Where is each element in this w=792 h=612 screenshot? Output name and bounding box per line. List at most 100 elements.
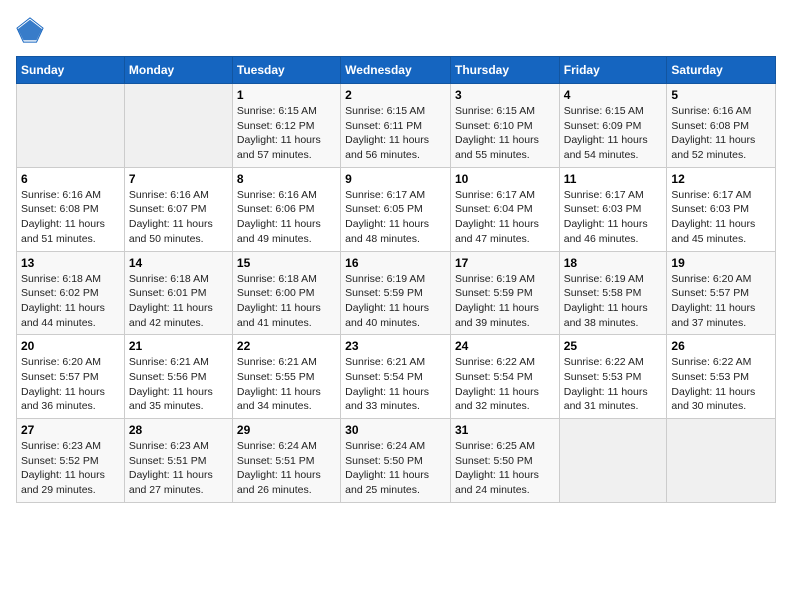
day-number: 2 [345,88,446,102]
day-number: 25 [564,339,663,353]
day-info: Sunrise: 6:21 AMSunset: 5:54 PMDaylight:… [345,355,446,414]
weekday-header: Wednesday [341,57,451,84]
day-info: Sunrise: 6:22 AMSunset: 5:54 PMDaylight:… [455,355,555,414]
calendar-cell: 15 Sunrise: 6:18 AMSunset: 6:00 PMDayligh… [232,251,340,335]
weekday-header: Sunday [17,57,125,84]
day-number: 7 [129,172,228,186]
day-number: 8 [237,172,336,186]
day-info: Sunrise: 6:23 AMSunset: 5:51 PMDaylight:… [129,439,228,498]
calendar-cell: 17 Sunrise: 6:19 AMSunset: 5:59 PMDayligh… [450,251,559,335]
calendar-cell: 28 Sunrise: 6:23 AMSunset: 5:51 PMDayligh… [124,419,232,503]
day-info: Sunrise: 6:20 AMSunset: 5:57 PMDaylight:… [21,355,120,414]
day-info: Sunrise: 6:17 AMSunset: 6:04 PMDaylight:… [455,188,555,247]
day-number: 16 [345,256,446,270]
calendar-cell: 4 Sunrise: 6:15 AMSunset: 6:09 PMDaylight… [559,84,667,168]
day-info: Sunrise: 6:22 AMSunset: 5:53 PMDaylight:… [564,355,663,414]
calendar-cell: 19Sunrise: 6:20 AMSunset: 5:57 PMDayligh… [667,251,776,335]
day-info: Sunrise: 6:21 AMSunset: 5:55 PMDaylight:… [237,355,336,414]
calendar-cell: 7 Sunrise: 6:16 AMSunset: 6:07 PMDaylight… [124,167,232,251]
day-number: 28 [129,423,228,437]
day-info: Sunrise: 6:17 AMSunset: 6:03 PMDaylight:… [564,188,663,247]
day-info: Sunrise: 6:16 AMSunset: 6:07 PMDaylight:… [129,188,228,247]
calendar-cell: 14 Sunrise: 6:18 AMSunset: 6:01 PMDayligh… [124,251,232,335]
day-info: Sunrise: 6:15 AMSunset: 6:10 PMDaylight:… [455,104,555,163]
day-info: Sunrise: 6:24 AMSunset: 5:51 PMDaylight:… [237,439,336,498]
calendar-cell: 18Sunrise: 6:19 AMSunset: 5:58 PMDayligh… [559,251,667,335]
day-info: Sunrise: 6:19 AMSunset: 5:59 PMDaylight:… [345,272,446,331]
calendar-week-row: 20 Sunrise: 6:20 AMSunset: 5:57 PMDayligh… [17,335,776,419]
calendar-cell: 31Sunrise: 6:25 AMSunset: 5:50 PMDayligh… [450,419,559,503]
weekday-header: Thursday [450,57,559,84]
calendar-cell [559,419,667,503]
calendar-table: SundayMondayTuesdayWednesdayThursdayFrid… [16,56,776,503]
day-number: 9 [345,172,446,186]
weekday-header: Tuesday [232,57,340,84]
calendar-cell: 9 Sunrise: 6:17 AMSunset: 6:05 PMDaylight… [341,167,451,251]
day-number: 12 [671,172,771,186]
day-number: 18 [564,256,663,270]
day-number: 17 [455,256,555,270]
day-info: Sunrise: 6:21 AMSunset: 5:56 PMDaylight:… [129,355,228,414]
calendar-week-row: 1Sunrise: 6:15 AMSunset: 6:12 PMDaylight… [17,84,776,168]
calendar-week-row: 27 Sunrise: 6:23 AMSunset: 5:52 PMDayligh… [17,419,776,503]
calendar-cell: 3 Sunrise: 6:15 AMSunset: 6:10 PMDaylight… [450,84,559,168]
day-number: 5 [671,88,771,102]
day-number: 14 [129,256,228,270]
day-info: Sunrise: 6:16 AMSunset: 6:08 PMDaylight:… [21,188,120,247]
calendar-cell: 10Sunrise: 6:17 AMSunset: 6:04 PMDayligh… [450,167,559,251]
calendar-cell: 1Sunrise: 6:15 AMSunset: 6:12 PMDaylight… [232,84,340,168]
day-info: Sunrise: 6:23 AMSunset: 5:52 PMDaylight:… [21,439,120,498]
day-info: Sunrise: 6:22 AMSunset: 5:53 PMDaylight:… [671,355,771,414]
day-number: 15 [237,256,336,270]
calendar-cell: 5 Sunrise: 6:16 AMSunset: 6:08 PMDaylight… [667,84,776,168]
day-number: 29 [237,423,336,437]
day-info: Sunrise: 6:18 AMSunset: 6:01 PMDaylight:… [129,272,228,331]
day-number: 21 [129,339,228,353]
day-number: 30 [345,423,446,437]
day-info: Sunrise: 6:24 AMSunset: 5:50 PMDaylight:… [345,439,446,498]
calendar-cell: 21 Sunrise: 6:21 AMSunset: 5:56 PMDayligh… [124,335,232,419]
day-info: Sunrise: 6:15 AMSunset: 6:11 PMDaylight:… [345,104,446,163]
calendar-cell: 2 Sunrise: 6:15 AMSunset: 6:11 PMDaylight… [341,84,451,168]
calendar-cell: 13 Sunrise: 6:18 AMSunset: 6:02 PMDayligh… [17,251,125,335]
day-info: Sunrise: 6:16 AMSunset: 6:08 PMDaylight:… [671,104,771,163]
day-number: 31 [455,423,555,437]
day-number: 27 [21,423,120,437]
calendar-cell: 12 Sunrise: 6:17 AMSunset: 6:03 PMDayligh… [667,167,776,251]
day-number: 11 [564,172,663,186]
calendar-cell: 25 Sunrise: 6:22 AMSunset: 5:53 PMDayligh… [559,335,667,419]
day-info: Sunrise: 6:19 AMSunset: 5:59 PMDaylight:… [455,272,555,331]
day-info: Sunrise: 6:16 AMSunset: 6:06 PMDaylight:… [237,188,336,247]
calendar-cell: 23 Sunrise: 6:21 AMSunset: 5:54 PMDayligh… [341,335,451,419]
calendar-cell [124,84,232,168]
day-number: 26 [671,339,771,353]
day-info: Sunrise: 6:18 AMSunset: 6:00 PMDaylight:… [237,272,336,331]
calendar-week-row: 13 Sunrise: 6:18 AMSunset: 6:02 PMDayligh… [17,251,776,335]
calendar-cell [17,84,125,168]
day-number: 4 [564,88,663,102]
day-number: 23 [345,339,446,353]
day-info: Sunrise: 6:18 AMSunset: 6:02 PMDaylight:… [21,272,120,331]
day-number: 3 [455,88,555,102]
logo-icon [16,16,44,44]
page-header [16,16,776,44]
calendar-cell: 6Sunrise: 6:16 AMSunset: 6:08 PMDaylight… [17,167,125,251]
weekday-header: Saturday [667,57,776,84]
day-number: 22 [237,339,336,353]
day-number: 13 [21,256,120,270]
calendar-cell: 24Sunrise: 6:22 AMSunset: 5:54 PMDayligh… [450,335,559,419]
day-info: Sunrise: 6:15 AMSunset: 6:09 PMDaylight:… [564,104,663,163]
calendar-cell: 22 Sunrise: 6:21 AMSunset: 5:55 PMDayligh… [232,335,340,419]
weekday-header: Monday [124,57,232,84]
day-number: 20 [21,339,120,353]
day-info: Sunrise: 6:17 AMSunset: 6:05 PMDaylight:… [345,188,446,247]
calendar-cell: 16 Sunrise: 6:19 AMSunset: 5:59 PMDayligh… [341,251,451,335]
weekday-header-row: SundayMondayTuesdayWednesdayThursdayFrid… [17,57,776,84]
calendar-cell: 26 Sunrise: 6:22 AMSunset: 5:53 PMDayligh… [667,335,776,419]
calendar-cell: 30 Sunrise: 6:24 AMSunset: 5:50 PMDayligh… [341,419,451,503]
calendar-cell: 8 Sunrise: 6:16 AMSunset: 6:06 PMDaylight… [232,167,340,251]
weekday-header: Friday [559,57,667,84]
logo [16,16,48,44]
day-info: Sunrise: 6:17 AMSunset: 6:03 PMDaylight:… [671,188,771,247]
calendar-cell [667,419,776,503]
